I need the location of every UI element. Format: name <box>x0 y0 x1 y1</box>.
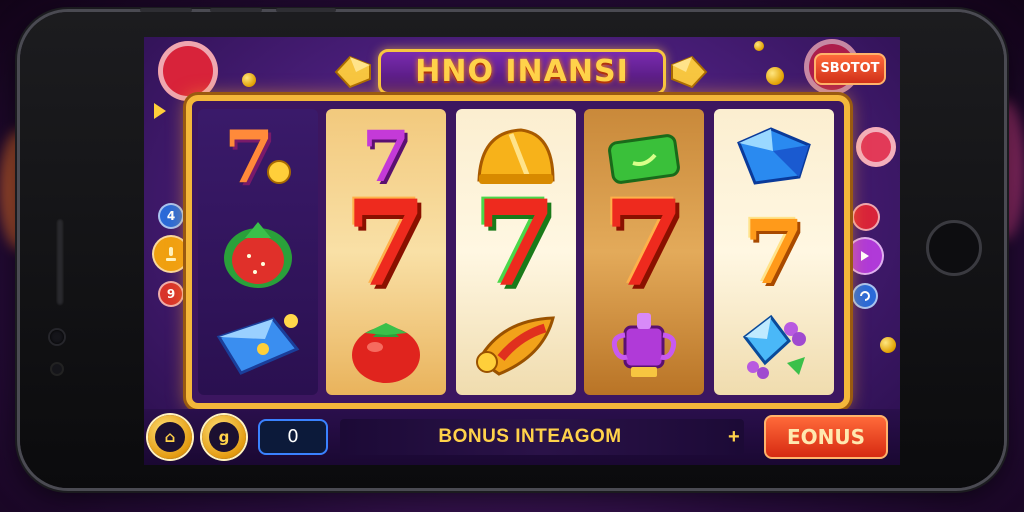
refresh-icon <box>860 291 870 301</box>
reel-1[interactable]: 7 <box>198 109 318 395</box>
slot-reel-frame: 7 7 7 7 7 7 <box>186 95 850 409</box>
coin-decoration <box>880 337 896 353</box>
reel-2[interactable]: 7 7 <box>326 109 446 395</box>
gem-grapes-icon <box>742 314 806 379</box>
settings-button[interactable]: g <box>202 415 246 459</box>
phone-volume-button <box>210 8 262 12</box>
side-button-right-1[interactable] <box>852 203 880 231</box>
strawberry-symbol <box>198 204 318 299</box>
game-title: HNO INANSI <box>415 54 629 89</box>
phone-power-button <box>276 8 336 12</box>
phone-home-button[interactable] <box>926 220 982 276</box>
top-right-button[interactable]: SBOTOT <box>814 53 886 85</box>
blue-gem-ticket-symbol <box>198 299 318 394</box>
coin-decoration <box>754 41 764 51</box>
blue-gem-icon <box>216 313 300 375</box>
plus-button[interactable]: + <box>728 419 740 455</box>
seven-symbol: 7 <box>344 174 428 313</box>
side-button-right-3[interactable] <box>852 283 878 309</box>
seven-symbol: 7 <box>198 109 318 204</box>
settings-glyph: g <box>209 422 239 452</box>
credit-display: 0 <box>258 419 328 455</box>
seven-symbol: 7 <box>743 199 805 304</box>
seven-symbol: 7 <box>602 174 686 313</box>
game-title-banner: HNO INANSI <box>332 43 712 99</box>
reel-4[interactable]: 7 <box>584 109 704 395</box>
side-button-left-2[interactable] <box>152 235 190 273</box>
coin-decoration <box>766 67 784 85</box>
side-button-left-3[interactable]: 9 <box>158 281 184 307</box>
tomato-icon <box>352 322 420 383</box>
bonus-message: BONUS INTEAGOM <box>438 426 622 447</box>
casino-chip-decoration <box>856 127 896 167</box>
phone-camera <box>50 330 64 344</box>
phone-volume-button <box>140 8 192 12</box>
golden-horn-symbol <box>456 299 576 394</box>
blue-gem-grapes-symbol <box>714 299 834 394</box>
game-screen: HNO INANSI SBOTOT 4 9 7 7 7 7 7 7 ⌂ g 0 … <box>144 37 900 465</box>
casino-chip-decoration <box>158 41 218 101</box>
tomato-symbol <box>326 299 446 394</box>
reel-5[interactable]: 7 <box>714 109 834 395</box>
play-arrow-icon[interactable] <box>154 103 166 119</box>
strawberry-icon <box>224 221 292 288</box>
purple-trophy-icon <box>611 312 677 377</box>
side-button-left-1[interactable]: 4 <box>158 203 184 229</box>
phone-speaker <box>56 218 64 306</box>
bonus-button[interactable]: EONUS <box>764 415 888 459</box>
side-button-right-2[interactable] <box>846 237 884 275</box>
blue-crystal-symbol <box>714 109 834 204</box>
bottom-control-bar: ⌂ g 0 BONUS INTEAGOM + EONUS <box>144 409 900 465</box>
reel-3[interactable]: 7 <box>456 109 576 395</box>
gold-gem-icon <box>334 55 371 89</box>
coin-icon <box>267 159 292 184</box>
lock-button[interactable]: ⌂ <box>148 415 192 459</box>
person-icon <box>166 247 176 261</box>
phone-sensor <box>52 364 62 374</box>
side-button-label: 9 <box>166 287 176 301</box>
lock-icon: ⌂ <box>155 422 185 452</box>
side-button-label: 4 <box>166 209 176 223</box>
coin-decoration <box>242 73 256 87</box>
blue-crystal-icon <box>737 126 811 185</box>
forward-icon <box>861 251 869 261</box>
seven-symbol: 7 <box>474 174 558 313</box>
gold-gem-icon <box>671 55 708 89</box>
purple-trophy-symbol <box>584 299 704 394</box>
golden-horn-icon <box>476 315 555 376</box>
